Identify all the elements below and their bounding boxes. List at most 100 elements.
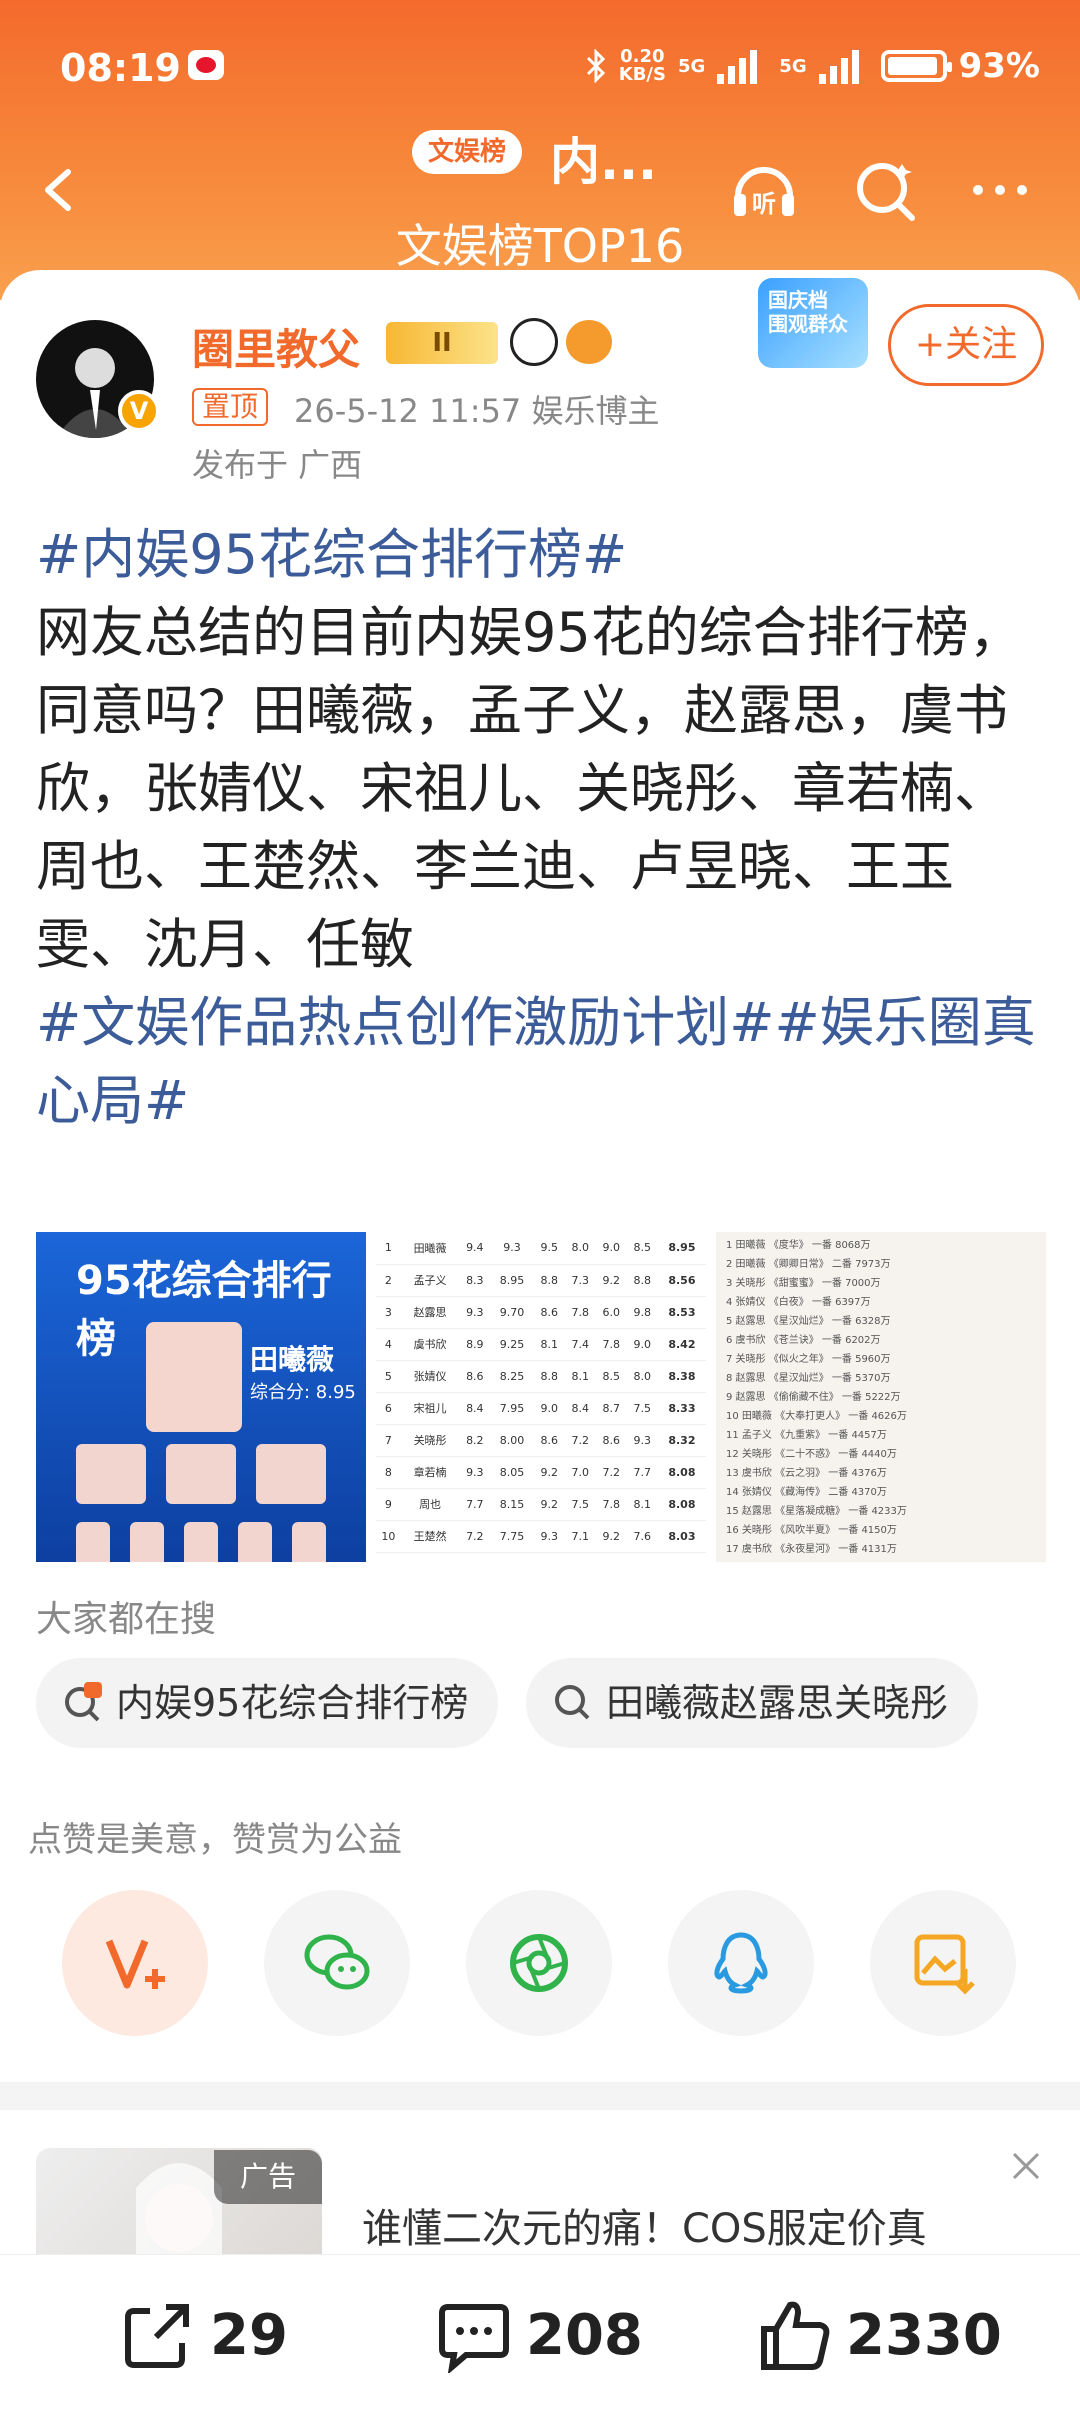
rating-row: 7 关晓彤 《似火之年》 一番 5960万	[726, 1354, 891, 1365]
score-cell: 9.2	[533, 1456, 565, 1489]
hashtag-link[interactable]: #文娱作品热点创作激励计划##娱乐圈真心局#	[36, 991, 1036, 1132]
qq-share-button[interactable]	[668, 1890, 814, 2036]
score-cell: 8.4	[459, 1392, 491, 1425]
score-cell: 9.3	[459, 1296, 491, 1329]
image-grid: 95花综合排行榜 田曦薇 综合分: 8.95 1 田曦薇 9.4 9.3 9.5 8.0 9…	[36, 1232, 1046, 1562]
score-cell: 9.70	[490, 1296, 534, 1329]
score-cell: 8.6	[533, 1424, 565, 1457]
score-cell: 8.0	[626, 1360, 658, 1393]
hashtag-link[interactable]: #内娱95花综合排行榜#	[36, 523, 627, 586]
rating-row: 13 虞书欣 《云之羽》 一番 4376万	[726, 1468, 887, 1479]
listen-icon[interactable]: 听	[724, 150, 804, 230]
score-cell: 7.3	[564, 1264, 596, 1297]
share-button[interactable]: 29	[120, 2295, 288, 2375]
score-cell: 7.8	[595, 1328, 627, 1361]
score-cell: 8.1	[564, 1360, 596, 1393]
score-cell: 8.8	[533, 1264, 565, 1297]
score-cell: 赵露思	[400, 1296, 460, 1329]
verified-badge: V	[118, 390, 160, 432]
rating-row: 9 赵露思 《偷偷藏不住》 一番 5222万	[726, 1392, 901, 1403]
score-cell: 8.1	[626, 1488, 658, 1521]
moments-share-button[interactable]	[466, 1890, 612, 2036]
score-cell: 9.3	[533, 1520, 565, 1553]
score-cell: 8.15	[490, 1488, 534, 1521]
score-cell: 7.75	[490, 1520, 534, 1553]
wechat-share-button[interactable]	[264, 1890, 410, 2036]
rating-row: 2 田曦薇 《卿卿日常》 二番 7973万	[726, 1259, 891, 1270]
reward-button[interactable]	[62, 1890, 208, 2036]
follow-button[interactable]: +关注	[888, 304, 1044, 386]
rating-row: 5 赵露思 《星汉灿烂》 一番 6328万	[726, 1316, 891, 1327]
score-cell: 8.9	[459, 1328, 491, 1361]
score-cell: 7	[376, 1424, 401, 1457]
network-type-2: 5G	[779, 55, 807, 77]
score-cell: 2	[376, 1264, 401, 1297]
score-table-row: 10 王楚然 7.2 7.75 9.3 7.1 9.2 7.6 8.03	[376, 1520, 706, 1553]
score-cell: 10	[376, 1520, 401, 1553]
search-icon[interactable]	[846, 150, 926, 230]
score-cell: 7.4	[564, 1328, 596, 1361]
close-icon[interactable]	[1006, 2146, 1046, 2186]
search-icon	[555, 1685, 590, 1720]
rating-row: 1 田曦薇 《度华》 一番 8068万	[726, 1240, 871, 1251]
poster-row	[76, 1444, 326, 1504]
score-cell: 8.6	[533, 1296, 565, 1329]
search-chip-label: 田曦薇赵露思关晓彤	[606, 1681, 949, 1725]
score-table-row: 6 宋祖儿 8.4 7.95 9.0 8.4 8.7 7.5 8.33	[376, 1392, 706, 1425]
share-row	[0, 1890, 1080, 2050]
topic-tag[interactable]: 文娱榜	[412, 130, 523, 174]
score-cell: 7.5	[564, 1488, 596, 1521]
score-cell: 孟子义	[400, 1264, 460, 1297]
search-chip[interactable]: 内娱95花综合排行榜	[36, 1658, 499, 1748]
score-cell: 8.5	[595, 1360, 627, 1393]
panda-badge-icon	[510, 318, 558, 366]
score-cell: 9.2	[595, 1264, 627, 1297]
score-table-row: 8 章若楠 9.3 8.05 9.2 7.0 7.2 7.7 8.08	[376, 1456, 706, 1489]
reward-v-icon	[105, 1939, 165, 1989]
moments-icon	[510, 1934, 568, 1992]
bluetooth-icon	[586, 49, 605, 83]
save-image-icon	[914, 1934, 975, 1995]
pinned-tag: 置顶	[192, 388, 269, 426]
score-cell: 7.2	[595, 1456, 627, 1489]
image-score-table[interactable]: 1 田曦薇 9.4 9.3 9.5 8.0 9.0 8.5 8.95 2 孟子义 8.3 8.95 8.8…	[376, 1232, 706, 1562]
image-ratings-list[interactable]: 1 田曦薇 《度华》 一番 8068万 2 田曦薇 《卿卿日常》 二番 7973万…	[716, 1232, 1046, 1562]
status-bar: 08:19 0.20 KB/S 5G 5G 93%	[0, 40, 1080, 100]
rating-row: 14 张婧仪 《藏海传》 二番 4370万	[726, 1487, 887, 1498]
save-image-button[interactable]	[870, 1890, 1016, 2036]
score-cell: 宋祖儿	[400, 1392, 460, 1425]
score-cell: 7.2	[459, 1520, 491, 1553]
image-ranking-poster[interactable]: 95花综合排行榜 田曦薇 综合分: 8.95	[36, 1232, 366, 1562]
score-table-row: 2 孟子义 8.3 8.95 8.8 7.3 9.2 8.8 8.56	[376, 1264, 706, 1297]
score-cell: 9.2	[533, 1488, 565, 1521]
post-content: #内娱95花综合排行榜# 网友总结的目前内娱95花的综合排行榜，同意吗？田曦薇，…	[36, 516, 1046, 1140]
rating-row: 4 张婧仪 《白夜》 一番 6397万	[726, 1297, 871, 1308]
network-type-1: 5G	[677, 55, 706, 77]
author-name[interactable]: 圈里教父	[192, 316, 360, 377]
like-button[interactable]: 2330	[756, 2295, 1002, 2375]
score-cell: 8.1	[533, 1328, 565, 1361]
poster-portrait	[146, 1322, 242, 1432]
comment-button[interactable]: 208	[436, 2295, 643, 2375]
ad-text[interactable]: 谁懂二次元的痛！COS服定价真	[362, 2196, 927, 2254]
comment-icon	[439, 2304, 509, 2373]
score-cell: 7.7	[626, 1456, 658, 1489]
promo-badge[interactable]: 国庆档 围观群众	[758, 278, 868, 368]
weibo-notification-icon	[188, 50, 224, 80]
rating-row: 10 田曦薇 《大奉打更人》 一番 4626万	[726, 1411, 907, 1422]
score-cell: 5	[376, 1360, 401, 1393]
level-badge: II	[386, 322, 498, 364]
score-cell: 王楚然	[400, 1520, 460, 1553]
signal-icon-2	[818, 48, 869, 84]
score-cell: 虞书欣	[400, 1328, 460, 1361]
battery-icon	[880, 50, 952, 82]
score-cell: 8	[376, 1456, 401, 1489]
score-cell: 7.8	[595, 1488, 627, 1521]
score-cell: 8.56	[657, 1264, 706, 1297]
score-cell: 7.0	[564, 1456, 596, 1489]
search-chip[interactable]: 田曦薇赵露思关晓彤	[526, 1658, 979, 1748]
signal-icon-1	[717, 48, 767, 84]
more-icon[interactable]	[960, 150, 1040, 230]
battery-percent: 93%	[958, 46, 1040, 86]
score-cell: 6.0	[595, 1296, 627, 1329]
